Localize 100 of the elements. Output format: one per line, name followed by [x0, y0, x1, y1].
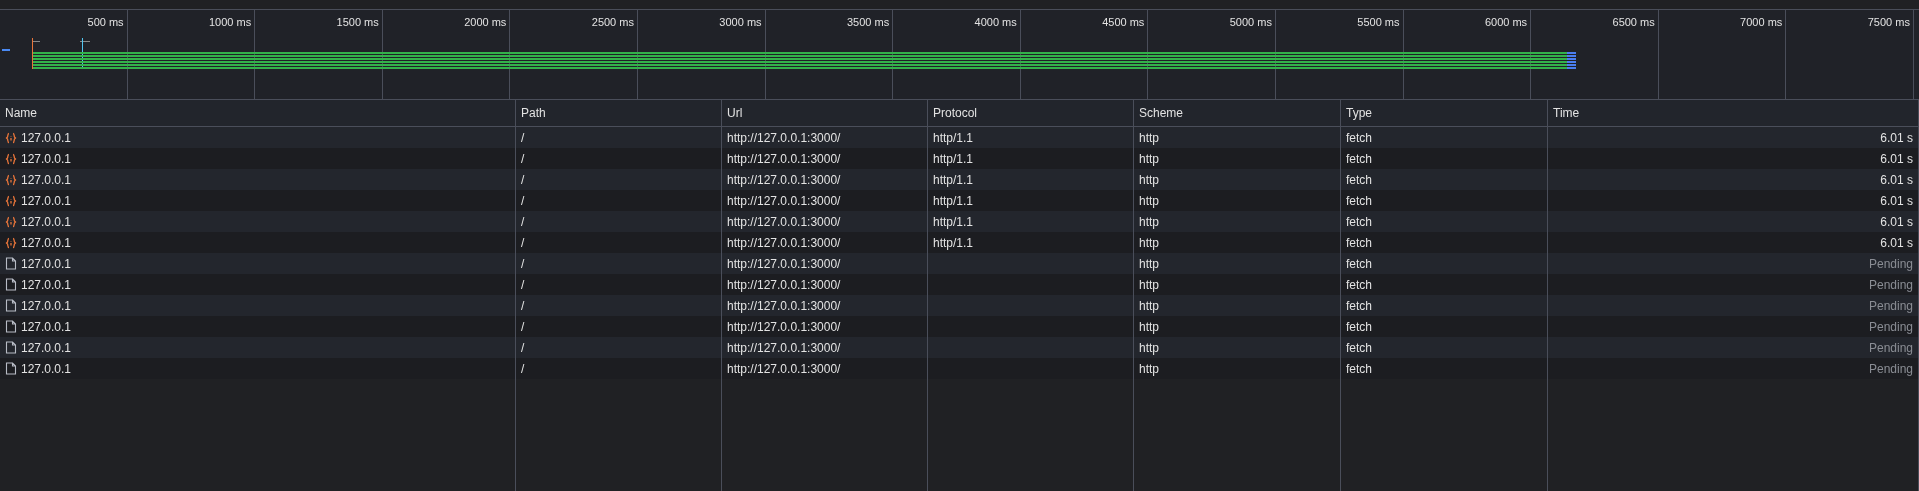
table-cell-text: fetch — [1346, 213, 1372, 231]
table-cell-text: / — [521, 276, 525, 294]
table-cell-text: / — [521, 129, 525, 147]
table-cell-text: http — [1139, 297, 1159, 315]
table-cell-text: 127.0.0.1 — [21, 255, 72, 273]
braces-icon — [5, 194, 17, 207]
table-cell-text: / — [521, 192, 525, 210]
table-cell-text: 127.0.0.1 — [21, 171, 72, 189]
column-header[interactable]: Scheme — [1139, 104, 1184, 122]
table-cell-text: http://127.0.0.1:3000/ — [727, 150, 841, 168]
tick-label: 7000 ms — [1740, 15, 1783, 30]
table-cell-text: / — [521, 318, 525, 336]
table-cell-text: 6.01 s — [1880, 171, 1913, 189]
table-cell-text: http — [1139, 255, 1159, 273]
table-cell-text: http://127.0.0.1:3000/ — [727, 297, 841, 315]
document-icon — [5, 278, 17, 291]
braces-icon — [5, 215, 17, 228]
table-cell-text: / — [521, 213, 525, 231]
table-cell-text: / — [521, 297, 525, 315]
table-cell-text: / — [521, 360, 525, 378]
table-cell-text: http — [1139, 171, 1159, 189]
table-cell-text: http://127.0.0.1:3000/ — [727, 171, 841, 189]
table-cell-text: / — [521, 234, 525, 252]
table-cell-text: 127.0.0.1 — [21, 150, 72, 168]
table-cell-text: http/1.1 — [933, 213, 974, 231]
table-cell-text: http — [1139, 360, 1159, 378]
table-cell-text: http — [1139, 150, 1159, 168]
table-cell-text: http/1.1 — [933, 129, 974, 147]
table-cell-text: http://127.0.0.1:3000/ — [727, 318, 841, 336]
table-cell-text: http://127.0.0.1:3000/ — [727, 213, 841, 231]
tick-label: 6500 ms — [1612, 15, 1655, 30]
document-icon — [5, 320, 17, 333]
table-cell-text: http://127.0.0.1:3000/ — [727, 234, 841, 252]
table-cell-text: Pending — [1868, 360, 1913, 378]
table-cell-text: http/1.1 — [933, 192, 974, 210]
table-cell-text: Pending — [1868, 318, 1913, 336]
table-cell-text: http://127.0.0.1:3000/ — [727, 129, 841, 147]
document-icon — [5, 341, 17, 354]
table-cell-text: http://127.0.0.1:3000/ — [727, 255, 841, 273]
table-cell-text: fetch — [1346, 297, 1372, 315]
table-cell-text: 6.01 s — [1880, 234, 1913, 252]
document-icon — [5, 362, 17, 375]
tick-label: 3000 ms — [719, 15, 762, 30]
table-cell-text: fetch — [1346, 255, 1372, 273]
tick-label: 4500 ms — [1102, 15, 1145, 30]
tick-label: 1000 ms — [209, 15, 252, 30]
braces-icon — [5, 236, 17, 249]
table-cell-text: fetch — [1346, 192, 1372, 210]
table-cell-text: 6.01 s — [1880, 192, 1913, 210]
table-cell-text: http — [1139, 276, 1159, 294]
table-cell-text: http — [1139, 318, 1159, 336]
table-cell-text: 127.0.0.1 — [21, 192, 72, 210]
column-header[interactable]: Protocol — [933, 104, 978, 122]
table-cell-text: 127.0.0.1 — [21, 318, 72, 336]
table-cell-text: 127.0.0.1 — [21, 129, 72, 147]
column-header[interactable]: Time — [1553, 104, 1580, 122]
table-cell-text: 127.0.0.1 — [21, 360, 72, 378]
table-cell-text: 127.0.0.1 — [21, 213, 72, 231]
table-cell-text: http://127.0.0.1:3000/ — [727, 276, 841, 294]
tick-label: 500 ms — [87, 15, 124, 30]
table-cell-text: / — [521, 150, 525, 168]
table-cell-text: fetch — [1346, 339, 1372, 357]
table-cell-text: http — [1139, 213, 1159, 231]
column-header[interactable]: Name — [5, 104, 37, 122]
table-cell-text: / — [521, 171, 525, 189]
table-cell-text: http — [1139, 339, 1159, 357]
table-cell-text: fetch — [1346, 234, 1372, 252]
table-cell-text: fetch — [1346, 360, 1372, 378]
table-cell-text: fetch — [1346, 150, 1372, 168]
table-cell-text: Pending — [1868, 339, 1913, 357]
column-header[interactable]: Type — [1346, 104, 1372, 122]
tick-label: 4000 ms — [974, 15, 1017, 30]
table-cell-text: http/1.1 — [933, 150, 974, 168]
table-cell-text: fetch — [1346, 129, 1372, 147]
table-cell-text: http/1.1 — [933, 234, 974, 252]
braces-icon — [5, 131, 17, 144]
table-cell-text: Pending — [1868, 297, 1913, 315]
tick-label: 7500 ms — [1867, 15, 1910, 30]
column-header[interactable]: Url — [727, 104, 743, 122]
table-cell-text: fetch — [1346, 318, 1372, 336]
tick-label: 3500 ms — [846, 15, 890, 30]
table-cell-text: http — [1139, 129, 1159, 147]
table-cell-text: Pending — [1868, 276, 1913, 294]
table-cell-text: 6.01 s — [1880, 150, 1913, 168]
table-cell-text: http://127.0.0.1:3000/ — [727, 360, 841, 378]
tick-label: 1500 ms — [336, 15, 379, 30]
tick-label: 6000 ms — [1484, 15, 1528, 30]
table-cell-text: / — [521, 255, 525, 273]
table-cell-text: http/1.1 — [933, 171, 974, 189]
table-cell-text: http — [1139, 192, 1159, 210]
table-cell-text: / — [521, 339, 525, 357]
table-cell-text: fetch — [1346, 171, 1372, 189]
table-cell-text: http://127.0.0.1:3000/ — [727, 192, 841, 210]
table-cell-text: 6.01 s — [1880, 213, 1913, 231]
tick-label: 5000 ms — [1229, 15, 1272, 30]
table-cell-text: 127.0.0.1 — [21, 297, 72, 315]
tick-label: 2500 ms — [591, 15, 634, 30]
table-cell-text: 127.0.0.1 — [21, 234, 72, 252]
braces-icon — [5, 152, 17, 165]
column-header[interactable]: Path — [521, 104, 546, 122]
